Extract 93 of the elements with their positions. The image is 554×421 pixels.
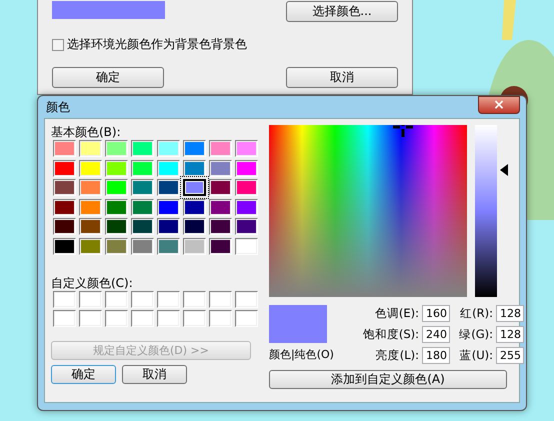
color-swatch[interactable] [209,160,232,177]
custom-color-swatch[interactable] [183,310,206,327]
color-swatch[interactable] [131,218,154,236]
luminance-arrow-icon[interactable] [500,164,508,176]
color-swatch[interactable] [79,179,102,196]
choose-color-button[interactable]: 选择颜色... [286,1,398,22]
color-swatch[interactable] [79,160,102,177]
input-field[interactable]: 128 [496,326,524,343]
color-swatch[interactable] [235,238,258,255]
custom-color-swatch[interactable] [105,290,128,308]
custom-color-swatch[interactable] [209,310,232,327]
color-swatch[interactable] [53,218,76,236]
color-swatch[interactable] [157,238,180,255]
color-swatch[interactable] [235,140,258,157]
color-swatch[interactable] [157,140,180,157]
basic-colors-label: 基本颜色(B): [51,125,122,139]
field-label: 蓝(U): [458,348,493,363]
input-field[interactable]: 240 [422,326,450,343]
checkbox-label: 选择环境光颜色作为背景色背景色 [67,36,247,53]
add-to-custom-colors-button[interactable]: 添加到自定义颜色(A) [269,370,507,389]
custom-color-swatch[interactable] [79,310,102,327]
color-swatch[interactable] [53,198,76,216]
custom-colors-label: 自定义颜色(C): [51,276,134,290]
color-swatch[interactable] [183,218,206,236]
color-swatch[interactable] [53,160,76,177]
color-swatch[interactable] [157,198,180,216]
color-swatch[interactable] [79,140,102,157]
field-label: 色调(E): [374,306,419,321]
color-swatch[interactable] [53,179,76,196]
color-swatch[interactable] [209,238,232,255]
ok-button[interactable]: 确定 [51,364,116,384]
color-swatch[interactable] [183,238,206,255]
color-swatch[interactable] [105,218,128,236]
checkbox[interactable] [52,38,64,50]
color-swatch[interactable] [183,160,206,177]
color-swatch[interactable] [209,140,232,157]
color-swatch[interactable] [235,198,258,216]
color-swatch[interactable] [79,218,102,236]
field-label: 红(R): [459,306,493,321]
cancel-button[interactable]: 取消 [286,67,398,88]
color-swatch[interactable] [131,160,154,177]
color-swatch[interactable] [131,238,154,255]
cancel-button[interactable]: 取消 [122,364,187,384]
color-swatch[interactable] [105,140,128,157]
color-swatch[interactable] [79,238,102,255]
color-swatch[interactable] [235,179,258,196]
field-label: 亮度(L): [374,348,419,363]
input-field[interactable]: 180 [422,347,450,364]
color-swatch[interactable] [183,198,206,216]
color-swatch[interactable] [131,179,154,196]
color-swatch[interactable] [235,160,258,177]
ok-button[interactable]: 确定 [52,67,164,88]
window-title: 颜色 [45,98,70,116]
preview-label: 颜色|纯色(O) [269,347,335,362]
color-swatch[interactable] [53,140,76,157]
color-swatch[interactable] [209,218,232,236]
color-swatch[interactable] [53,238,76,255]
input-field[interactable]: 255 [496,347,524,364]
color-swatch[interactable] [105,238,128,255]
ambient-checkbox[interactable]: 选择环境光颜色作为背景色背景色 [52,36,398,53]
color-swatch[interactable] [105,179,128,196]
color-swatch[interactable] [105,198,128,216]
color-swatch[interactable] [209,198,232,216]
custom-color-swatch[interactable] [183,290,206,308]
input-field[interactable]: 160 [422,305,450,322]
color-swatch[interactable] [131,140,154,157]
custom-color-swatch[interactable] [53,290,76,308]
input-field[interactable]: 128 [496,305,524,322]
crosshair-icon [393,125,413,137]
custom-color-swatch[interactable] [235,310,258,327]
color-swatch[interactable] [105,160,128,177]
field-label: 绿(G): [458,327,493,342]
custom-color-swatch[interactable] [209,290,232,308]
custom-color-swatch[interactable] [235,290,258,308]
color-swatch[interactable] [131,198,154,216]
selected-color-swatch[interactable] [183,179,206,196]
custom-color-swatch[interactable] [79,290,102,308]
color-spectrum[interactable] [269,125,467,297]
color-swatch[interactable] [209,179,232,196]
custom-color-swatch[interactable] [105,310,128,327]
color-swatch[interactable] [157,218,180,236]
color-swatch[interactable] [79,198,102,216]
custom-color-swatch[interactable] [131,310,154,327]
custom-color-swatch[interactable] [157,310,180,327]
color-swatch[interactable] [157,179,180,196]
color-swatch[interactable] [157,160,180,177]
color-swatch[interactable] [235,218,258,236]
luminance-bar[interactable] [475,125,497,297]
field-label: 饱和度(S): [362,327,419,342]
custom-color-swatch[interactable] [157,290,180,308]
custom-color-swatch[interactable] [131,290,154,308]
custom-color-swatch[interactable] [53,310,76,327]
color-swatch[interactable] [183,140,206,157]
